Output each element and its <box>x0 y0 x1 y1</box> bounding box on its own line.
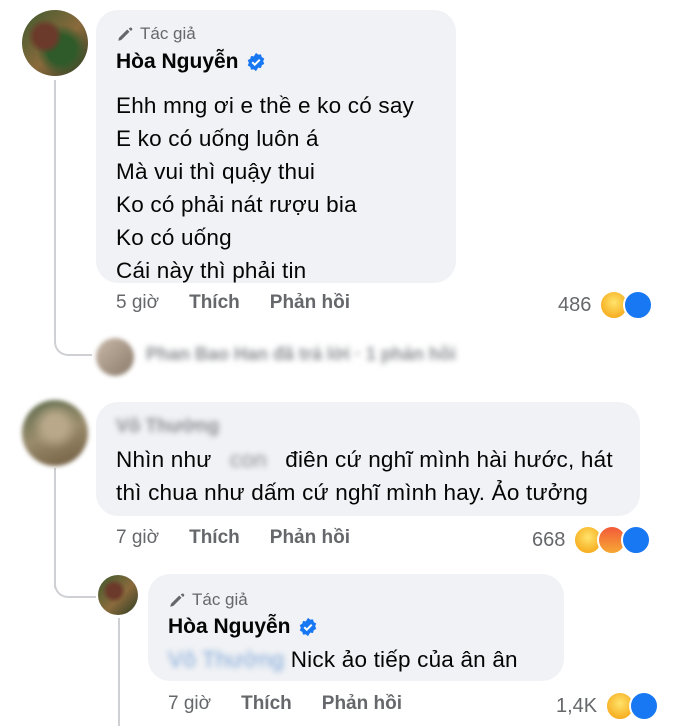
like-button[interactable]: Thích <box>189 292 240 314</box>
timestamp[interactable]: 5 giờ <box>116 292 159 314</box>
author-badge: Tác giả <box>116 24 196 44</box>
comment-line: Cái này thì phải tin <box>116 258 307 283</box>
mention-link[interactable]: Vô Thường <box>168 647 284 672</box>
author-name-text[interactable]: Hòa Nguyễn <box>168 615 291 639</box>
pen-icon <box>118 27 133 41</box>
like-reaction-icon <box>621 525 652 555</box>
like-reaction-icon <box>623 290 654 320</box>
author-name[interactable]: Vô Thường <box>116 416 219 438</box>
reply-button[interactable]: Phản hồi <box>322 693 402 715</box>
comment-bubble: Tác giả Hòa Nguyễn Ehh mng ơi e thề e ko… <box>96 10 456 283</box>
avatar[interactable] <box>96 338 134 376</box>
comment-actions: 7 giờ Thích Phản hồi <box>116 527 350 549</box>
author-tag-label: Tác giả <box>192 590 248 609</box>
verified-badge-icon <box>247 52 264 72</box>
comment-line: Ko có phải nát rượu bia <box>116 192 357 217</box>
comment-line: Vô Thường Nick ảo tiếp của ân ân <box>168 643 518 676</box>
like-reaction-icon <box>629 691 660 721</box>
comment-actions: 5 giờ Thích Phản hồi <box>116 292 350 314</box>
avatar[interactable] <box>22 10 88 76</box>
thread-connector <box>54 530 96 598</box>
reaction-count: 1,4K <box>556 694 598 717</box>
timestamp[interactable]: 7 giờ <box>116 527 159 549</box>
comment-line: Ko có uống <box>116 225 232 250</box>
like-button[interactable]: Thích <box>241 693 292 715</box>
comment-bubble: Tác giả Hòa Nguyễn Vô Thường Nick ảo tiế… <box>148 574 564 681</box>
comment-actions: 7 giờ Thích Phản hồi <box>168 693 402 715</box>
collapsed-reply-preview[interactable]: Phan Bao Han đã trả lời · 1 phản hồi <box>146 344 456 365</box>
reaction-count: 668 <box>532 528 566 551</box>
comment-line: Nhìn như con điên cứ nghĩ mình hài hước,… <box>116 443 613 476</box>
avatar[interactable] <box>22 400 88 466</box>
timestamp[interactable]: 7 giờ <box>168 693 211 715</box>
comment-line: E ko có uống luôn á <box>116 126 319 151</box>
reaction-summary[interactable]: 1,4K <box>556 691 660 721</box>
reaction-count: 486 <box>558 293 592 316</box>
like-button[interactable]: Thích <box>189 527 240 549</box>
thread-connector <box>118 618 120 726</box>
author-badge: Tác giả <box>168 590 248 610</box>
comment-bubble: Vô Thường Nhìn như con điên cứ nghĩ mình… <box>96 402 640 516</box>
comment-text: điên cứ nghĩ mình hài hước, hát <box>285 447 613 472</box>
comment-line: thì chua như dấm cứ nghĩ mình hay. Ảo tư… <box>116 480 589 505</box>
avatar[interactable] <box>98 575 138 615</box>
comment-text: Nhìn như <box>116 447 212 472</box>
reaction-summary[interactable]: 668 <box>532 525 652 555</box>
censored-word: con <box>229 447 267 472</box>
thread-connector <box>54 80 92 356</box>
author-name-text[interactable]: Hòa Nguyễn <box>116 50 239 74</box>
comment-line: Ehh mng ơi e thề e ko có say <box>116 93 415 118</box>
reply-button[interactable]: Phản hồi <box>270 527 350 549</box>
reaction-summary[interactable]: 486 <box>558 290 654 320</box>
comment-text: Nick ảo tiếp của ân ân <box>290 647 518 672</box>
author-name[interactable]: Hòa Nguyễn <box>116 50 266 74</box>
comment-line: Mà vui thì quậy thui <box>116 159 316 184</box>
pen-icon <box>170 593 185 607</box>
reply-button[interactable]: Phản hồi <box>270 292 350 314</box>
verified-badge-icon <box>299 617 316 637</box>
author-tag-label: Tác giả <box>140 24 196 43</box>
author-name[interactable]: Hòa Nguyễn <box>168 615 318 639</box>
